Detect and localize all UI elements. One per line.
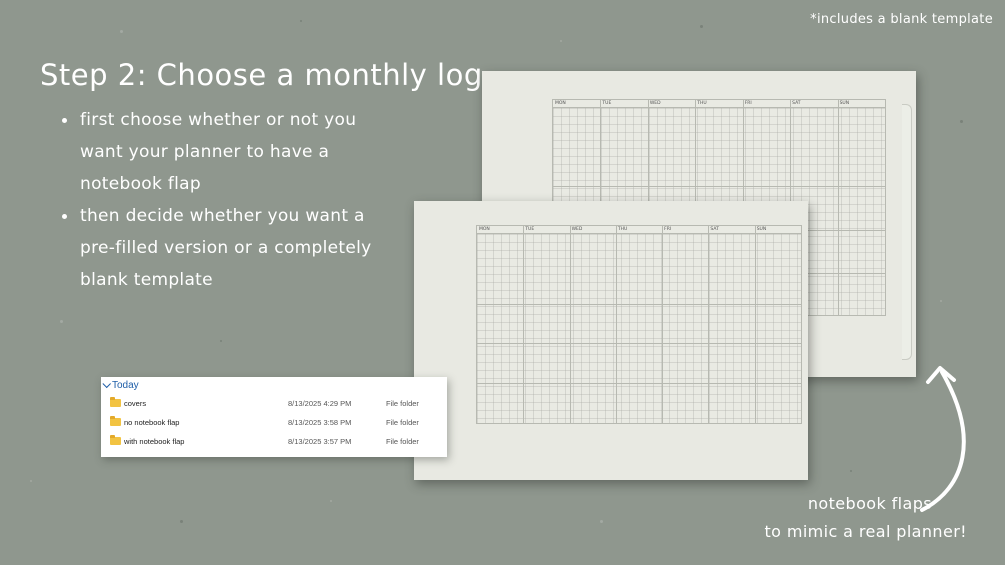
folder-icon xyxy=(110,397,121,407)
file-explorer-list: Today covers 8/13/2025 4:29 PM File fold… xyxy=(101,377,447,457)
folder-icon xyxy=(110,435,121,445)
column-divider xyxy=(569,226,571,423)
bullet-text: first choose whether or not you want you… xyxy=(80,110,357,194)
column-divider xyxy=(754,226,756,423)
instruction-list: first choose whether or not you want you… xyxy=(62,104,402,296)
day-label-tue: TUE xyxy=(602,101,612,106)
day-label-thu: THU xyxy=(697,101,707,106)
caption-line-1: notebook flaps xyxy=(807,494,932,513)
group-label: Today xyxy=(112,380,139,391)
list-item: first choose whether or not you want you… xyxy=(62,104,402,200)
day-label-wed: WED xyxy=(649,101,661,106)
monthly-calendar-grid: MON TUE WED THU FRI SAT SUN xyxy=(476,225,802,424)
page-title: Step 2: Choose a monthly log xyxy=(40,58,483,92)
day-label-sun: SUN xyxy=(756,227,767,232)
bullet-icon xyxy=(62,214,67,219)
file-type: File folder xyxy=(386,418,419,427)
column-divider xyxy=(837,100,839,315)
folder-icon xyxy=(110,416,121,426)
column-divider xyxy=(708,226,710,423)
day-label-fri: FRI xyxy=(744,101,752,106)
file-name: covers xyxy=(124,399,147,408)
group-header-today[interactable]: Today xyxy=(102,379,139,391)
day-label-sat: SAT xyxy=(710,227,719,232)
corner-note: *includes a blank template xyxy=(810,12,993,27)
file-date: 8/13/2025 4:29 PM xyxy=(288,399,352,408)
file-type: File folder xyxy=(386,399,419,408)
planner-page-no-flap: MON TUE WED THU FRI SAT SUN xyxy=(414,201,808,480)
column-divider xyxy=(662,226,664,423)
caption-line-2: to mimic a real planner! xyxy=(764,522,967,541)
list-item: then decide whether you want a pre-fille… xyxy=(62,200,402,296)
file-row-no-notebook-flap[interactable]: no notebook flap 8/13/2025 3:58 PM File … xyxy=(101,414,447,433)
column-divider xyxy=(615,226,617,423)
file-name: no notebook flap xyxy=(124,418,180,427)
day-label-thu: THU xyxy=(617,227,628,232)
file-row-with-notebook-flap[interactable]: with notebook flap 8/13/2025 3:57 PM Fil… xyxy=(101,433,447,452)
chevron-down-icon xyxy=(102,379,111,388)
file-type: File folder xyxy=(386,437,419,446)
day-label-mon: MON xyxy=(479,227,490,232)
notebook-flap xyxy=(902,104,912,360)
column-divider xyxy=(523,226,525,423)
bullet-text: then decide whether you want a pre-fille… xyxy=(80,206,372,290)
day-label-sat: SAT xyxy=(792,101,801,106)
bullet-icon xyxy=(62,118,67,123)
day-label-wed: WED xyxy=(571,227,583,232)
file-name: with notebook flap xyxy=(124,437,185,446)
flaps-caption: notebook flaps to mimic a real planner! xyxy=(764,490,967,546)
file-date: 8/13/2025 3:58 PM xyxy=(288,418,352,427)
day-label-sun: SUN xyxy=(839,101,850,106)
day-label-fri: FRI xyxy=(664,227,672,232)
file-date: 8/13/2025 3:57 PM xyxy=(288,437,352,446)
file-row-covers[interactable]: covers 8/13/2025 4:29 PM File folder xyxy=(101,395,447,414)
day-label-tue: TUE xyxy=(525,227,535,232)
day-label-mon: MON xyxy=(555,101,566,106)
